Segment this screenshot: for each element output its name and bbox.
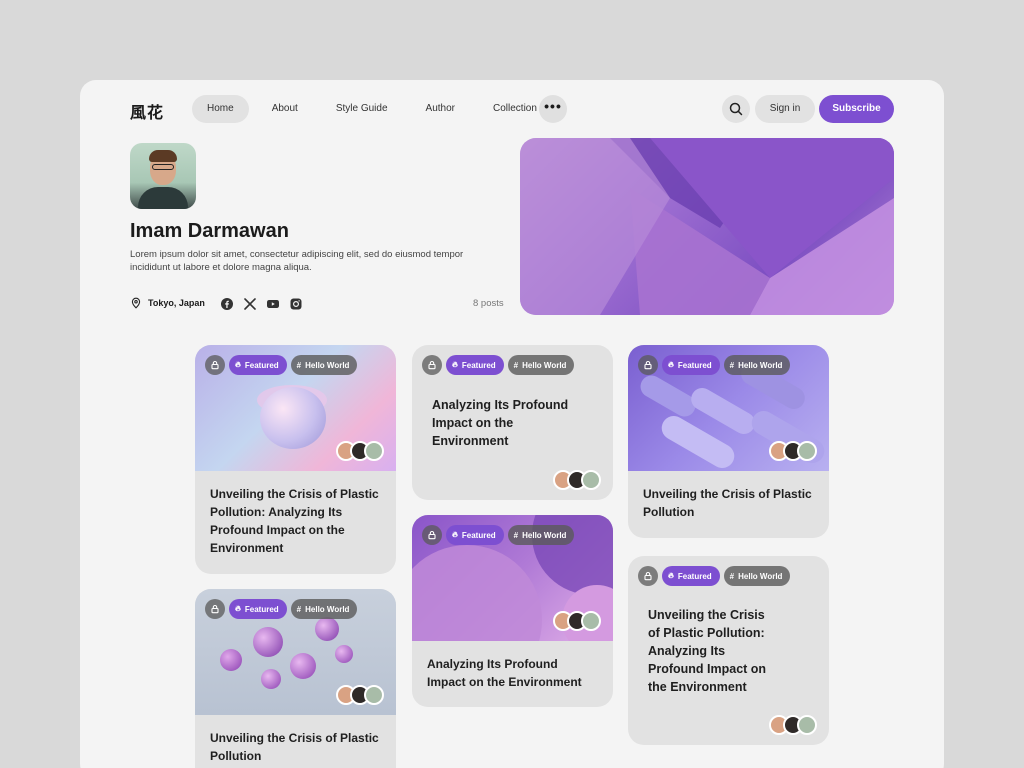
author-bio: Lorem ipsum dolor sit amet, consectetur … <box>130 249 464 273</box>
location-pin-icon <box>131 297 141 309</box>
lock-icon <box>422 525 442 545</box>
hash-icon: # <box>513 530 519 540</box>
card-tags: 🔥︎ Featured # Hello World <box>205 355 358 375</box>
contributor-avatars <box>336 441 384 461</box>
hello-world-tag[interactable]: # Hello World <box>723 566 791 586</box>
flame-icon: 🔥︎ <box>668 360 674 369</box>
contributor-avatars <box>336 685 384 705</box>
featured-tag[interactable]: 🔥︎ Featured <box>229 599 287 619</box>
flame-icon: 🔥︎ <box>452 530 458 539</box>
card-tags: 🔥︎ Featured # Hello World <box>638 566 791 586</box>
post-card[interactable]: 🔥︎ Featured # Hello World Analyzing Its Pr… <box>412 515 613 707</box>
featured-tag[interactable]: 🔥︎ Featured <box>229 355 287 375</box>
search-icon <box>729 102 743 116</box>
post-image: 🔥︎ Featured # Hello World <box>412 515 613 641</box>
post-card[interactable]: 🔥︎ Featured # Hello World Unveiling the Cr… <box>628 345 829 538</box>
nav-home[interactable]: Home <box>192 95 249 123</box>
avatar <box>581 470 601 490</box>
post-title[interactable]: Unveiling the Crisis of Plastic Pollutio… <box>633 592 793 710</box>
hello-world-tag[interactable]: # Hello World <box>290 599 358 619</box>
author-name: Imam Darmawan <box>130 220 289 242</box>
sign-in-button[interactable]: Sign in <box>755 95 815 123</box>
featured-tag[interactable]: 🔥︎ Featured <box>662 355 720 375</box>
contributor-avatars <box>769 715 817 735</box>
avatar <box>364 441 384 461</box>
posts-count: 8 posts <box>473 298 504 309</box>
avatar <box>797 441 817 461</box>
lock-icon <box>638 566 658 586</box>
location-label: Tokyo, Japan <box>148 298 205 308</box>
instagram-icon[interactable] <box>289 297 303 311</box>
hero-image <box>520 138 894 315</box>
post-card[interactable]: 🔥︎ Featured # Hello World Unveiling the Cr… <box>195 345 396 574</box>
card-tags: 🔥︎ Featured # Hello World <box>205 599 358 619</box>
post-image: 🔥︎ Featured # Hello World <box>195 589 396 715</box>
hash-icon: # <box>513 360 519 370</box>
flame-icon: 🔥︎ <box>668 571 674 580</box>
main-nav: Home About Style Guide Author Collection <box>192 95 552 123</box>
post-card[interactable]: 🔥︎ Featured # Hello World Unveiling the Cr… <box>628 556 829 745</box>
author-location: Tokyo, Japan <box>130 297 205 309</box>
hello-world-tag[interactable]: # Hello World <box>507 525 575 545</box>
hello-world-tag[interactable]: # Hello World <box>290 355 358 375</box>
contributor-avatars <box>769 441 817 461</box>
post-title[interactable]: Analyzing Its Profound Impact on the Env… <box>412 641 613 705</box>
contributor-avatars <box>553 470 601 490</box>
search-button[interactable] <box>722 95 750 123</box>
post-title[interactable]: Unveiling the Crisis of Plastic Pollutio… <box>628 471 829 535</box>
nav-author[interactable]: Author <box>411 95 470 123</box>
subscribe-button[interactable]: Subscribe <box>819 95 894 123</box>
post-card[interactable]: 🔥︎ Featured # Hello World Unveiling the Cr… <box>195 589 396 768</box>
facebook-icon[interactable] <box>220 297 234 311</box>
featured-tag[interactable]: 🔥︎ Featured <box>662 566 720 586</box>
nav-about[interactable]: About <box>257 95 313 123</box>
avatar <box>364 685 384 705</box>
hash-icon: # <box>296 604 302 614</box>
nav-style-guide[interactable]: Style Guide <box>321 95 403 123</box>
more-menu-button[interactable]: ••• <box>539 95 567 123</box>
flame-icon: 🔥︎ <box>235 360 241 369</box>
hello-world-tag[interactable]: # Hello World <box>507 355 575 375</box>
card-tags: 🔥︎ Featured # Hello World <box>422 355 575 375</box>
featured-tag[interactable]: 🔥︎ Featured <box>446 355 504 375</box>
avatar <box>581 611 601 631</box>
featured-tag[interactable]: 🔥︎ Featured <box>446 525 504 545</box>
lock-icon <box>205 599 225 619</box>
post-title[interactable]: Unveiling the Crisis of Plastic Pollutio… <box>195 715 396 768</box>
avatar <box>797 715 817 735</box>
author-avatar <box>130 143 196 209</box>
card-tags: 🔥︎ Featured # Hello World <box>638 355 791 375</box>
social-links <box>220 297 303 311</box>
x-icon[interactable] <box>243 297 257 311</box>
flame-icon: 🔥︎ <box>452 360 458 369</box>
card-tags: 🔥︎ Featured # Hello World <box>422 525 575 545</box>
contributor-avatars <box>553 611 601 631</box>
lock-icon <box>422 355 442 375</box>
hash-icon: # <box>729 360 735 370</box>
post-image: 🔥︎ Featured # Hello World <box>195 345 396 471</box>
site-logo[interactable]: 風花 <box>130 99 164 123</box>
hash-icon: # <box>296 360 302 370</box>
blog-panel: 風花 Home About Style Guide Author Collect… <box>80 80 944 768</box>
youtube-icon[interactable] <box>266 297 280 311</box>
post-title[interactable]: Analyzing Its Profound Impact on the Env… <box>417 382 587 464</box>
post-card[interactable]: 🔥︎ Featured # Hello World Analyzing Its Pr… <box>412 345 613 500</box>
flame-icon: 🔥︎ <box>235 604 241 613</box>
hash-icon: # <box>729 571 735 581</box>
post-title[interactable]: Unveiling the Crisis of Plastic Pollutio… <box>195 471 396 571</box>
post-image: 🔥︎ Featured # Hello World <box>628 345 829 471</box>
hello-world-tag[interactable]: # Hello World <box>723 355 791 375</box>
lock-icon <box>638 355 658 375</box>
lock-icon <box>205 355 225 375</box>
